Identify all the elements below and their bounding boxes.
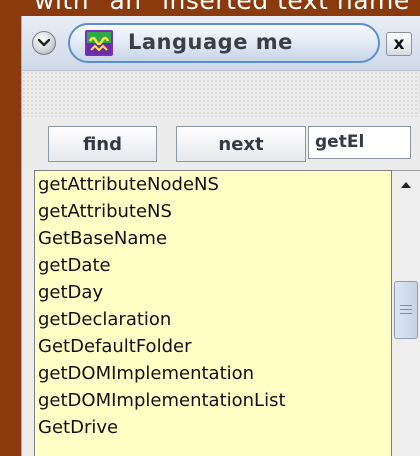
dotted-panel [22, 71, 420, 117]
window-title: Language me [128, 30, 293, 54]
window-title-pill: Language me [68, 23, 380, 63]
search-input[interactable]: getEl [308, 126, 411, 159]
find-button[interactable]: find [48, 126, 157, 162]
list-item[interactable]: getAttributeNodeNS [35, 171, 391, 198]
grip-line [400, 309, 412, 310]
language-window: Language me x find next getEl getAttribu… [21, 16, 420, 456]
sil-logo-icon [85, 30, 113, 56]
vertical-scrollbar[interactable] [392, 170, 420, 456]
scroll-thumb[interactable] [394, 281, 418, 339]
close-icon: x [393, 33, 405, 54]
arrow-up-icon [401, 182, 411, 188]
list-item[interactable]: getAttributeNS [35, 198, 391, 225]
title-bar: Language me x [22, 16, 420, 71]
list-item[interactable]: getDOMImplementationList [35, 387, 391, 414]
list-item[interactable]: getDate [35, 252, 391, 279]
list-item[interactable]: GetDrive [35, 414, 391, 441]
toolbar: find next getEl [22, 117, 420, 169]
method-list[interactable]: getAttributeNodeNS getAttributeNS GetBas… [34, 170, 392, 456]
screenshot-frame: with "an" inserted text name Language me [0, 0, 420, 456]
list-item[interactable]: getDay [35, 279, 391, 306]
scroll-up-button[interactable] [394, 173, 418, 197]
close-button[interactable]: x [386, 32, 412, 56]
grip-line [400, 313, 412, 314]
list-item[interactable]: getDOMImplementation [35, 360, 391, 387]
grip-line [400, 305, 412, 306]
list-item[interactable]: getDeclaration [35, 306, 391, 333]
window-menu-button[interactable] [32, 31, 56, 55]
list-item[interactable]: GetBaseName [35, 225, 391, 252]
page-caption: with "an" inserted text name [34, 0, 410, 15]
list-item[interactable]: GetDefaultFolder [35, 333, 391, 360]
next-button[interactable]: next [176, 126, 306, 162]
chevron-down-icon [38, 39, 50, 47]
